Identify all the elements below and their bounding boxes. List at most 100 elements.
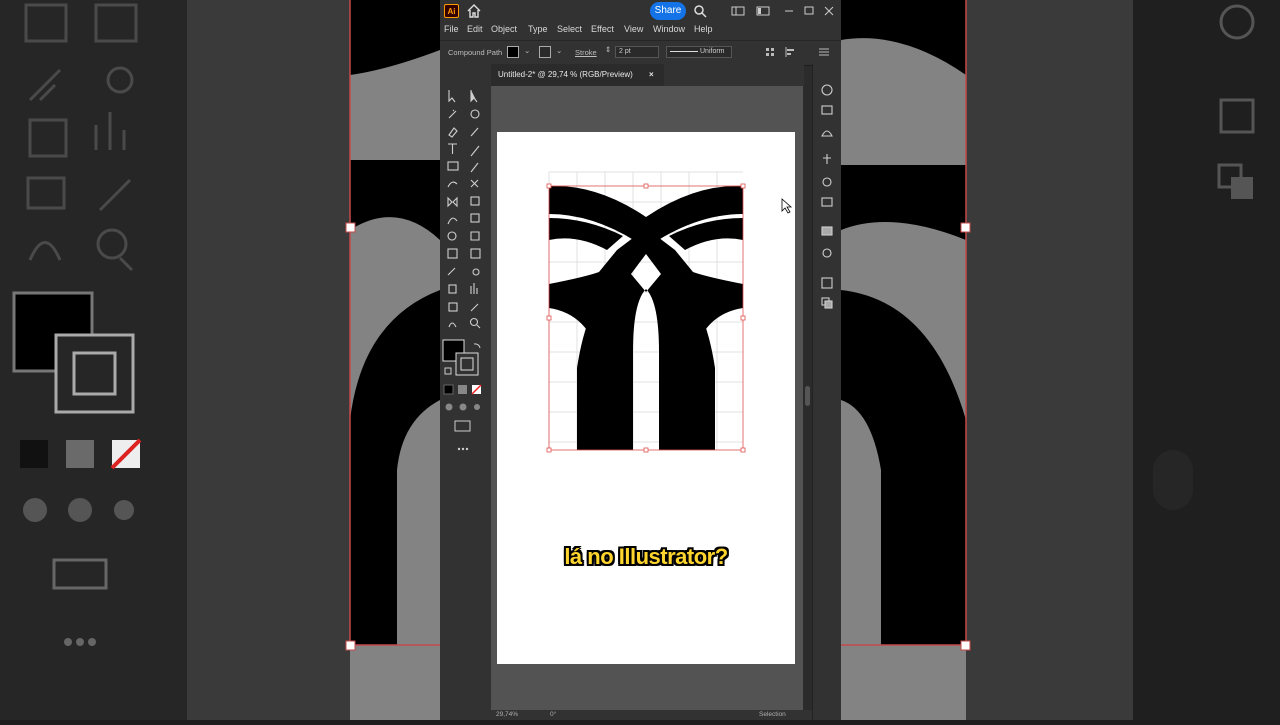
menu-edit[interactable]: Edit: [467, 24, 483, 34]
artboard[interactable]: lá no Illustrator?: [497, 132, 795, 664]
canvas-area[interactable]: lá no Illustrator?: [491, 86, 804, 710]
stepper-icon[interactable]: ⇕: [605, 45, 611, 54]
video-caption: lá no Illustrator?: [564, 544, 728, 569]
color-mode-icon: [443, 384, 454, 395]
shape-builder-tool-icon: [447, 231, 457, 241]
symbol-sprayer-tool-icon: [448, 284, 457, 294]
document-tab-title: Untitled-2* @ 29,74 % (RGB/Preview): [498, 70, 633, 79]
layers-panel-icon: [821, 105, 833, 115]
menu-effect[interactable]: Effect: [591, 24, 614, 34]
transform-panel-icon: [821, 277, 833, 289]
chevron-down-icon[interactable]: ⌄: [524, 46, 530, 55]
zoom-tool-icon: [469, 317, 479, 327]
vertical-scrollbar[interactable]: [803, 86, 812, 710]
minimize-icon[interactable]: [782, 4, 796, 18]
background-tools-blur: [0, 0, 187, 720]
draw-normal-icon: [445, 403, 453, 411]
magic-wand-tool-icon: [448, 109, 457, 119]
control-bar: Compound Path ⌄ ⌄ Stroke ⇕ 2 pt Uniform: [440, 40, 841, 66]
swap-colors-icon: [473, 343, 481, 349]
panel-layout-icon[interactable]: [756, 4, 770, 18]
search-icon[interactable]: [693, 4, 707, 18]
scroll-thumb[interactable]: [805, 386, 810, 406]
hand-tool-icon: [448, 322, 457, 328]
slice-tool-icon: [470, 303, 479, 312]
artboard-tool-icon: [448, 302, 458, 312]
tools-grid: [442, 90, 482, 451]
selection-type-label: Compound Path: [448, 48, 503, 57]
background-panel-right: [1133, 0, 1280, 720]
stroke-label[interactable]: Stroke: [575, 48, 597, 57]
scale-tool-icon: [470, 196, 480, 206]
width-tool-icon: [447, 217, 458, 225]
line-tool-icon: [470, 145, 480, 157]
background-artwork-ghost-right: [841, 0, 971, 720]
document-tabs: Untitled-2* @ 29,74 % (RGB/Preview) ×: [491, 64, 804, 86]
close-icon[interactable]: [822, 4, 836, 18]
document-tab[interactable]: Untitled-2* @ 29,74 % (RGB/Preview) ×: [491, 64, 664, 86]
menu-bar: File Edit Object Type Select Effect View…: [440, 22, 841, 40]
stroke-line-icon: [670, 50, 698, 52]
mouse-cursor-icon: [781, 198, 793, 214]
menu-type[interactable]: Type: [528, 24, 548, 34]
type-tool-icon: [448, 143, 457, 154]
blend-tool-icon: [472, 268, 480, 276]
shaper-tool-icon: [447, 181, 458, 188]
curvature-tool-icon: [470, 127, 479, 137]
arrange-documents-icon[interactable]: [731, 4, 745, 18]
transform-icon[interactable]: [784, 47, 796, 57]
background-artwork-ghost: [345, 0, 440, 720]
illustrator-window: Ai Share File Edit Object Type Select Ef…: [440, 0, 841, 720]
stroke-weight-field[interactable]: 2 pt: [615, 46, 659, 58]
background-artwork-left: [187, 0, 440, 720]
more-tools-icon: [457, 447, 461, 451]
lasso-tool-icon: [470, 109, 480, 119]
perspective-grid-tool-icon: [470, 231, 480, 241]
brushes-panel-icon: [823, 154, 831, 164]
panel-icons: [821, 84, 833, 309]
menu-help[interactable]: Help: [694, 24, 713, 34]
fill-swatch[interactable]: [507, 46, 519, 58]
background-artwork-right: [841, 0, 1133, 720]
pen-tool-icon: [448, 127, 458, 138]
graphic-styles-panel-icon: [821, 197, 833, 207]
tab-close-icon[interactable]: ×: [649, 64, 654, 86]
chevron-down-icon[interactable]: ⌄: [556, 46, 562, 55]
home-icon[interactable]: [466, 4, 482, 18]
artwork-svg[interactable]: [497, 132, 795, 532]
reflect-tool-icon: [447, 196, 458, 208]
draw-behind-icon: [459, 403, 467, 411]
gradient-tool-icon: [470, 248, 481, 259]
direct-selection-tool-icon: [470, 90, 478, 103]
column-graph-tool-icon: [470, 283, 478, 294]
maximize-icon[interactable]: [802, 4, 816, 18]
share-button[interactable]: Share: [650, 2, 686, 20]
status-bar: 29,74% 0° Selection: [491, 710, 812, 720]
menu-window[interactable]: Window: [653, 24, 685, 34]
screen-mode-icon: [454, 420, 471, 432]
stroke-swatch[interactable]: [539, 46, 551, 58]
stroke-color-box: [455, 352, 479, 376]
scissors-tool-icon: [470, 179, 479, 188]
menu-select[interactable]: Select: [557, 24, 582, 34]
zoom-level[interactable]: 29,74%: [496, 711, 518, 718]
logo-artwork: [549, 185, 743, 450]
stroke-profile-dropdown[interactable]: Uniform: [666, 46, 732, 58]
rectangle-tool-icon: [447, 161, 459, 171]
align-icon[interactable]: [765, 47, 775, 57]
menu-object[interactable]: Object: [491, 24, 517, 34]
symbols-panel-icon: [822, 177, 832, 187]
menu-view[interactable]: View: [624, 24, 643, 34]
menu-file[interactable]: File: [444, 24, 459, 34]
libraries-panel-icon: [821, 130, 833, 137]
rotation-value[interactable]: 0°: [550, 711, 556, 718]
properties-panel-icon: [821, 84, 833, 96]
stroke-profile-label: Uniform: [700, 48, 725, 55]
draw-inside-icon: [474, 404, 480, 410]
tools-panel: [440, 64, 492, 720]
current-tool-name[interactable]: Selection: [759, 711, 786, 718]
gradient-panel-icon: [821, 226, 833, 236]
title-bar: Ai Share: [440, 0, 841, 22]
gradient-mode-icon: [458, 385, 467, 394]
menu-lines-icon[interactable]: [819, 47, 829, 57]
